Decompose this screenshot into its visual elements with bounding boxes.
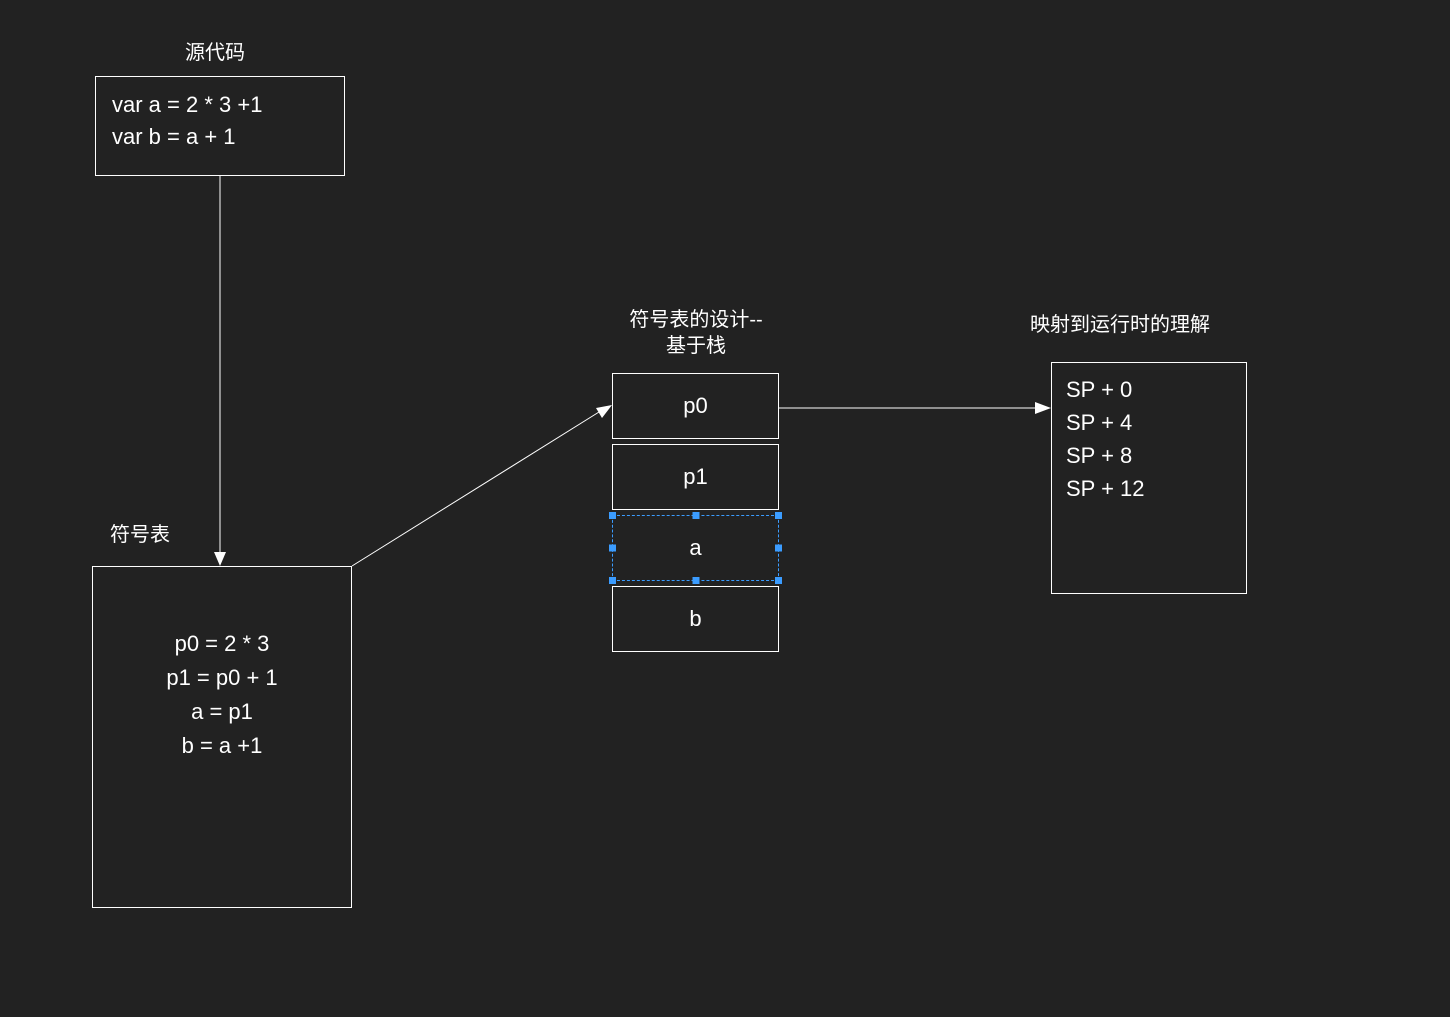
runtime-line-4: SP + 12	[1066, 472, 1232, 505]
selection-handle[interactable]	[775, 512, 782, 519]
runtime-line-3: SP + 8	[1066, 439, 1232, 472]
stack-cell-b: b	[612, 586, 779, 652]
symtab-line-3: a = p1	[93, 695, 351, 729]
stack-cell-p1-label: p1	[683, 464, 707, 490]
source-code-box: var a = 2 * 3 +1 var b = a + 1	[95, 76, 345, 176]
arrow-source-to-symtab	[210, 176, 230, 566]
arrow-symtab-to-stack	[352, 405, 612, 575]
runtime-box: SP + 0 SP + 4 SP + 8 SP + 12	[1051, 362, 1247, 594]
selection-handle[interactable]	[609, 512, 616, 519]
symbol-table-title: 符号表	[100, 518, 180, 547]
runtime-title: 映射到运行时的理解	[1005, 308, 1235, 337]
symtab-line-4: b = a +1	[93, 729, 351, 763]
source-code-content: var a = 2 * 3 +1 var b = a + 1	[96, 77, 344, 165]
selection-handle[interactable]	[692, 577, 699, 584]
stack-title: 符号表的设计-- 基于栈	[586, 307, 806, 359]
symtab-line-1: p0 = 2 * 3	[93, 627, 351, 661]
stack-cell-p0: p0	[612, 373, 779, 439]
stack-cell-b-label: b	[689, 606, 701, 632]
source-code-title: 源代码	[165, 36, 265, 65]
selection-handle[interactable]	[609, 577, 616, 584]
stack-title-line-2: 基于栈	[586, 333, 806, 359]
stack-cell-a[interactable]: a	[612, 515, 779, 581]
source-line-1: var a = 2 * 3 +1	[112, 89, 328, 121]
runtime-line-1: SP + 0	[1066, 373, 1232, 406]
runtime-content: SP + 0 SP + 4 SP + 8 SP + 12	[1052, 363, 1246, 515]
symbol-table-box: p0 = 2 * 3 p1 = p0 + 1 a = p1 b = a +1	[92, 566, 352, 908]
stack-cell-p0-label: p0	[683, 393, 707, 419]
selection-handle[interactable]	[692, 512, 699, 519]
selection-handle[interactable]	[775, 545, 782, 552]
runtime-line-2: SP + 4	[1066, 406, 1232, 439]
selection-handle[interactable]	[609, 545, 616, 552]
stack-cell-p1: p1	[612, 444, 779, 510]
selection-handle[interactable]	[775, 577, 782, 584]
stack-cell-a-label: a	[689, 535, 701, 561]
symtab-line-2: p1 = p0 + 1	[93, 661, 351, 695]
source-line-2: var b = a + 1	[112, 121, 328, 153]
stack-title-line-1: 符号表的设计--	[586, 307, 806, 333]
symbol-table-content: p0 = 2 * 3 p1 = p0 + 1 a = p1 b = a +1	[93, 567, 351, 763]
arrow-stack-to-runtime	[779, 398, 1051, 418]
